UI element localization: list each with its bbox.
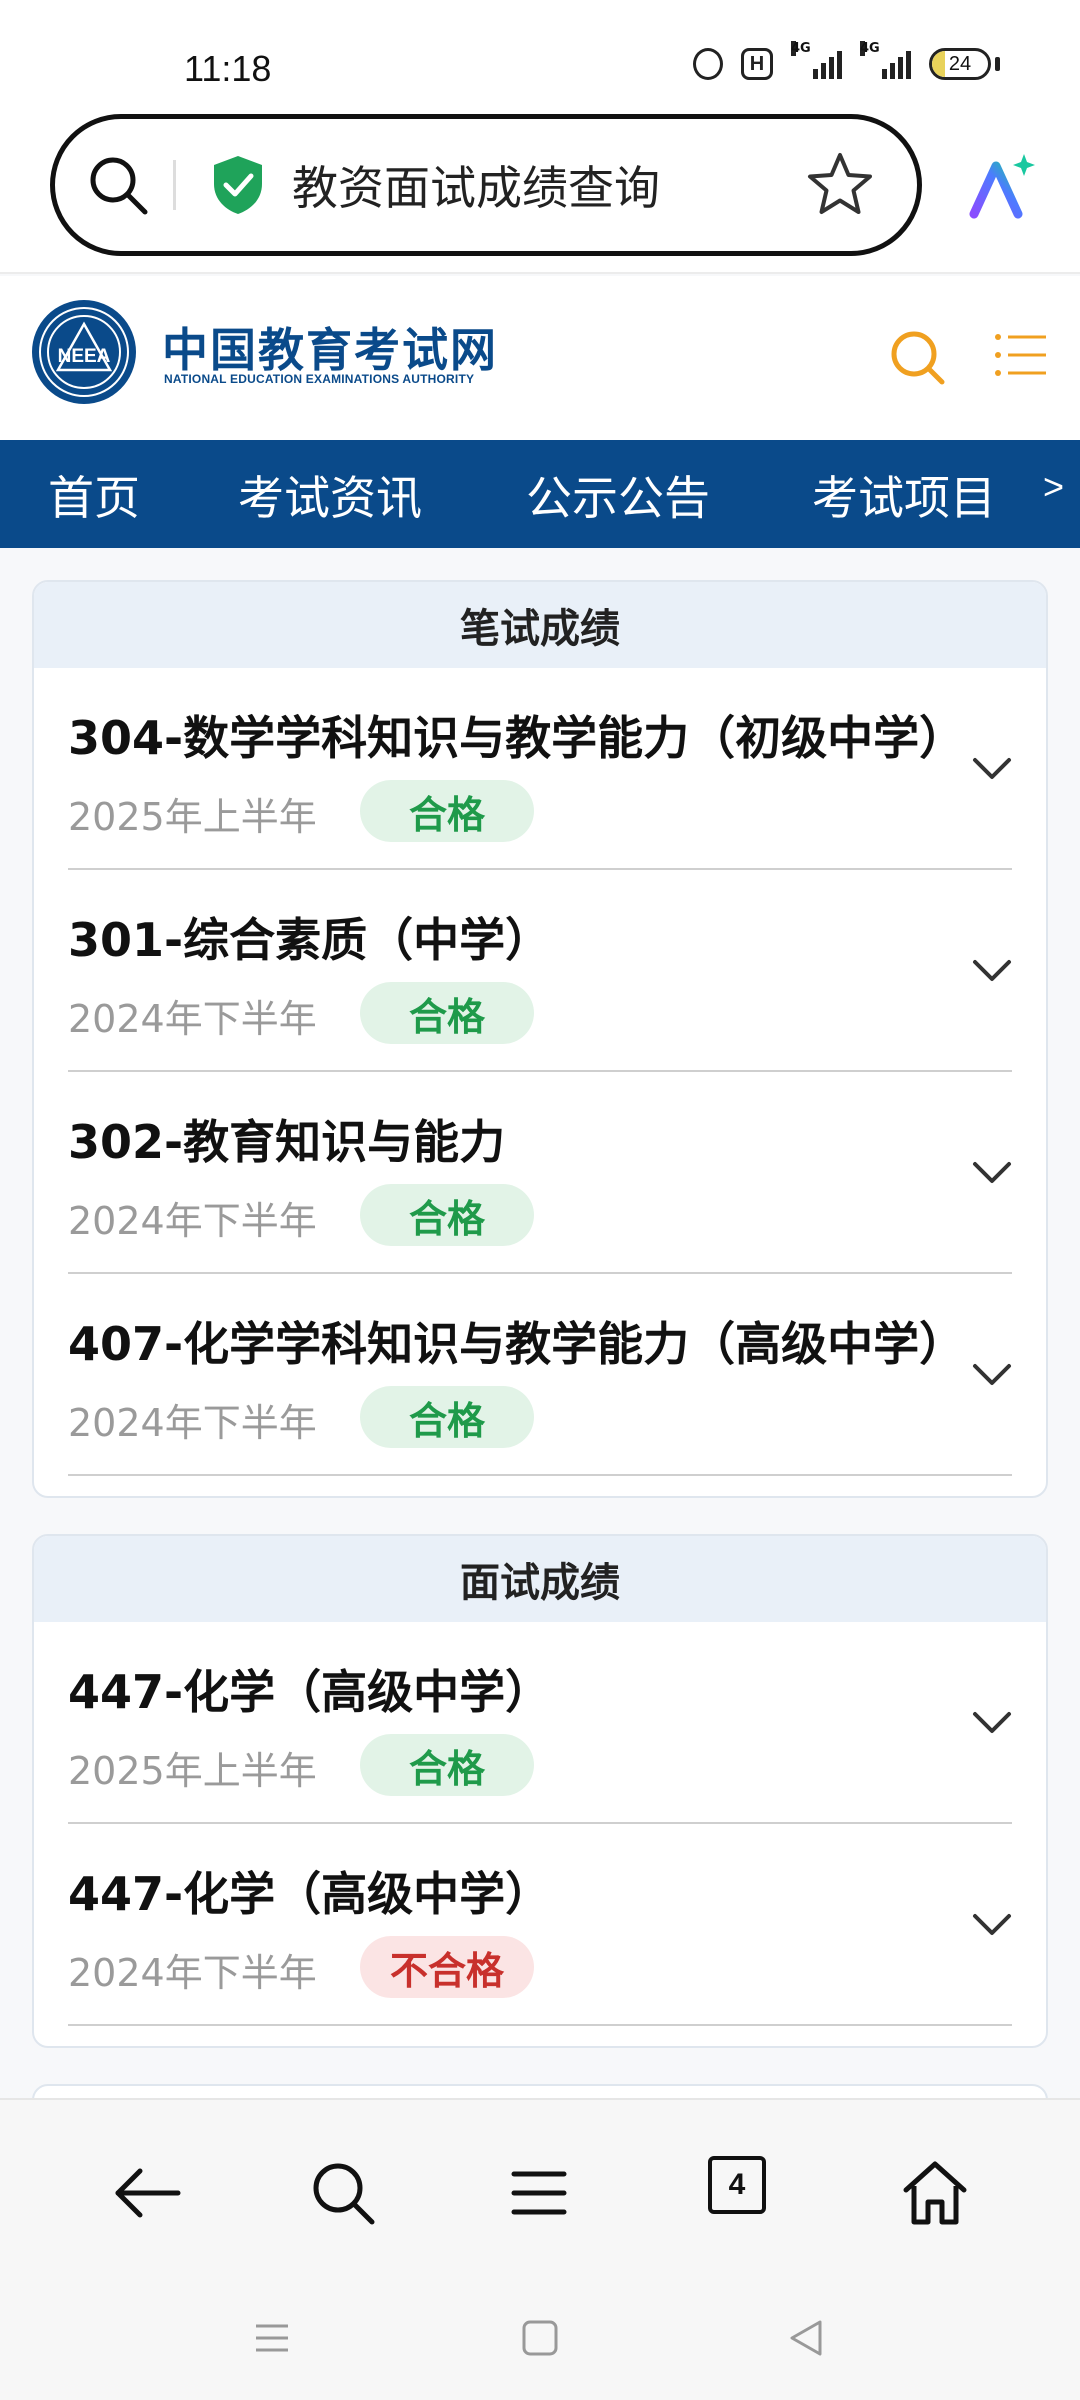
score-row[interactable]: 301-综合素质（中学） 2024年下半年 合格 xyxy=(68,870,1012,1072)
site-nav-bar: 首页 考试资讯 公示公告 考试项目 > xyxy=(0,440,1080,548)
chevron-down-icon[interactable] xyxy=(972,958,1012,984)
subject-name: 447-化学（高级中学） xyxy=(68,1867,552,1921)
exam-term: 2025年上半年 xyxy=(68,795,317,839)
nav-item-news[interactable]: 考试资讯 xyxy=(238,462,422,528)
subject-name: 301-综合素质（中学） xyxy=(68,913,552,967)
chevron-down-icon[interactable] xyxy=(972,756,1012,782)
nav-item-home[interactable]: 首页 xyxy=(48,462,140,528)
nav-more-arrow[interactable]: > xyxy=(1043,466,1064,508)
written-scores-title: 笔试成绩 xyxy=(34,582,1046,668)
search-icon[interactable] xyxy=(306,2156,380,2230)
score-row[interactable]: 407-化学学科知识与教学能力（高级中学） 2024年下半年 合格 xyxy=(68,1274,1012,1476)
site-search-icon[interactable] xyxy=(888,328,946,386)
hd-icon: H xyxy=(741,48,773,80)
result-badge: 合格 xyxy=(360,982,534,1044)
system-recents-icon[interactable] xyxy=(252,2318,292,2358)
result-badge: 合格 xyxy=(360,780,534,842)
subject-name: 407-化学学科知识与教学能力（高级中学） xyxy=(68,1317,966,1371)
home-icon[interactable] xyxy=(898,2156,972,2230)
alarm-timer-icon xyxy=(693,48,723,80)
battery-fill xyxy=(932,51,946,77)
chevron-down-icon[interactable] xyxy=(972,1160,1012,1186)
battery-level: 24 xyxy=(948,52,972,75)
exam-term: 2024年下半年 xyxy=(68,1951,317,1995)
system-back-icon[interactable] xyxy=(786,2318,826,2358)
result-badge: 合格 xyxy=(360,1734,534,1796)
score-row[interactable]: 304-数学学科知识与教学能力（初级中学） 2025年上半年 合格 xyxy=(68,668,1012,870)
exam-term: 2024年下半年 xyxy=(68,997,317,1041)
site-header: NEEA 中国教育考试网 NATIONAL EDUCATION EXAMINAT… xyxy=(0,276,1080,440)
interview-scores-title: 面试成绩 xyxy=(34,1536,1046,1622)
score-row[interactable]: 302-教育知识与能力 2024年下半年 合格 xyxy=(68,1072,1012,1274)
status-icons: H 4G 4G 24 xyxy=(693,41,1000,80)
subject-name: 302-教育知识与能力 xyxy=(68,1115,506,1169)
ai-assistant-icon[interactable] xyxy=(966,152,1036,222)
address-bar[interactable]: 教资面试成绩查询 xyxy=(50,114,922,256)
status-time: 11:18 xyxy=(184,48,272,89)
menu-icon[interactable] xyxy=(502,2156,576,2230)
score-row[interactable]: 447-化学（高级中学） 2024年下半年 不合格 xyxy=(68,1824,1012,2026)
back-arrow-icon[interactable] xyxy=(110,2156,184,2230)
address-divider xyxy=(173,160,176,210)
interview-scores-card: 面试成绩 447-化学（高级中学） 2025年上半年 合格 447-化学（高级中… xyxy=(32,1534,1048,2048)
status-bar: 11:18 H 4G 4G 24 xyxy=(0,0,1080,110)
site-name-cn[interactable]: 中国教育考试网 xyxy=(162,314,498,380)
emblem-text: NEEA xyxy=(58,346,111,367)
secure-shield-icon[interactable] xyxy=(210,154,266,216)
exam-term: 2024年下半年 xyxy=(68,1401,317,1445)
score-row[interactable]: 447-化学（高级中学） 2025年上半年 合格 xyxy=(68,1622,1012,1824)
written-scores-card: 笔试成绩 304-数学学科知识与教学能力（初级中学） 2025年上半年 合格 3… xyxy=(32,580,1048,1498)
nav-item-exams[interactable]: 考试项目 xyxy=(812,462,996,528)
nav-item-notices[interactable]: 公示公告 xyxy=(526,462,710,528)
exam-term: 2024年下半年 xyxy=(68,1199,317,1243)
battery-tip xyxy=(995,57,1000,71)
browser-address-area: 教资面试成绩查询 xyxy=(0,110,1080,274)
tabs-icon[interactable]: 4 xyxy=(708,2156,766,2214)
neea-logo-emblem[interactable]: NEEA xyxy=(30,298,138,406)
search-icon[interactable] xyxy=(85,152,151,218)
subject-name: 304-数学学科知识与教学能力（初级中学） xyxy=(68,711,966,765)
browser-toolbar: 4 xyxy=(0,2098,1080,2400)
network-label: 4G xyxy=(791,41,811,56)
chevron-down-icon[interactable] xyxy=(972,1912,1012,1938)
result-badge: 合格 xyxy=(360,1184,534,1246)
network-label: 4G xyxy=(860,41,880,56)
result-badge: 不合格 xyxy=(360,1936,534,1998)
address-text[interactable]: 教资面试成绩查询 xyxy=(292,152,805,218)
site-menu-icon[interactable] xyxy=(994,332,1048,378)
bookmark-star-icon[interactable] xyxy=(805,150,875,220)
system-home-icon[interactable] xyxy=(520,2318,560,2358)
signal-4g-icon: 4G xyxy=(860,41,911,79)
chevron-down-icon[interactable] xyxy=(972,1362,1012,1388)
result-badge: 合格 xyxy=(360,1386,534,1448)
battery-icon: 24 xyxy=(929,48,991,80)
site-name-en: NATIONAL EDUCATION EXAMINATIONS AUTHORIT… xyxy=(164,372,475,386)
exam-term: 2025年上半年 xyxy=(68,1749,317,1793)
chevron-down-icon[interactable] xyxy=(972,1710,1012,1736)
signal-4g-icon: 4G xyxy=(791,41,842,79)
subject-name: 447-化学（高级中学） xyxy=(68,1665,552,1719)
